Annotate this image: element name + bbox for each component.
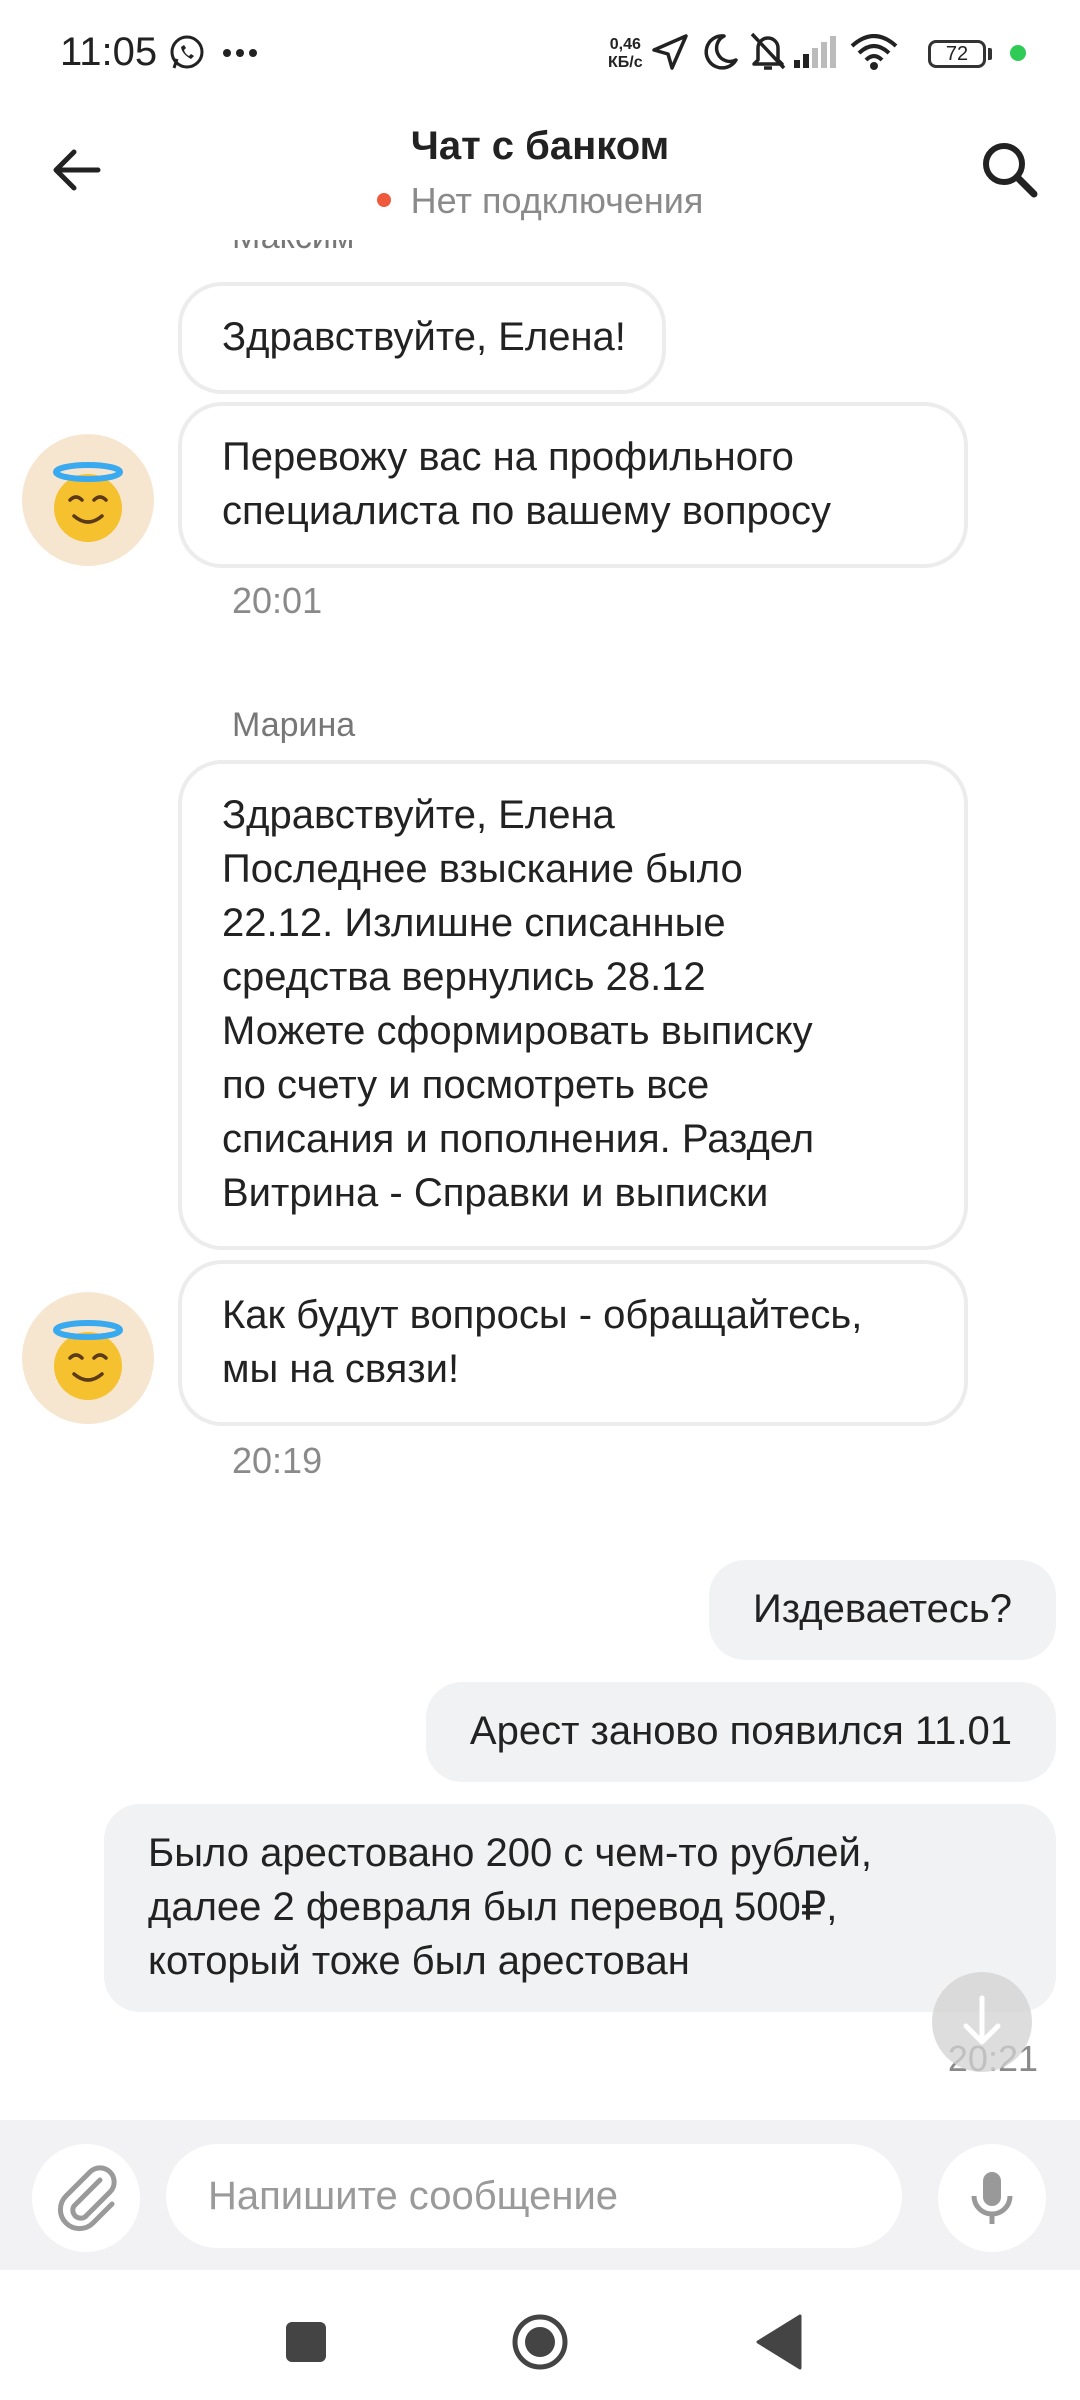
home-button[interactable] [510,2312,570,2372]
search-icon[interactable] [978,138,1042,202]
sender-name: Максим [232,240,354,257]
chat-screen: 11:05 0,46 КБ/с 72 Чат с банком Нет подк… [0,0,1080,2400]
paperclip-icon [57,2165,117,2232]
battery-icon: 72 [928,40,986,68]
operator-avatar [22,1292,154,1424]
whatsapp-icon [170,35,204,69]
status-dot [376,193,391,207]
message-list[interactable]: Максим Здравствуйте, Елена! Перевожу вас… [0,240,1080,2120]
outgoing-message: Было арестовано 200 с чем-то рублей, дал… [104,1804,1056,2012]
operator-avatar [22,434,154,566]
incoming-message: Здравствуйте, Елена Последнее взыскание … [178,760,968,1250]
signal-icon [794,36,836,68]
location-arrow-icon [652,34,688,70]
system-nav-bar [0,2270,1080,2400]
status-bar: 11:05 0,46 КБ/с 72 [0,0,1080,110]
recent-apps-button[interactable] [286,2322,326,2362]
attach-button[interactable] [32,2144,140,2252]
back-triangle-icon[interactable] [752,2312,804,2372]
charging-indicator [1010,45,1026,61]
network-speed: 0,46 КБ/с [608,36,643,72]
wifi-icon [850,34,898,70]
moon-icon [704,34,738,70]
scroll-down-button[interactable] [932,1972,1032,2072]
incoming-message: Перевожу вас на профильного специалиста … [178,402,968,568]
chat-title: Чат с банком [410,124,670,168]
connection-status: Нет подключения [0,180,1080,222]
incoming-message: Как будут вопросы - обращайтесь, мы на с… [178,1260,968,1426]
bell-off-icon [750,32,786,70]
arrow-down-icon [963,1995,1001,2045]
network-speed-unit: КБ/с [608,54,643,71]
battery-tip [988,48,992,60]
chat-header: Чат с банком Нет подключения [0,110,1080,240]
microphone-icon [971,2172,1013,2224]
clock: 11:05 [60,30,158,74]
incoming-message: Здравствуйте, Елена! [178,282,666,394]
network-speed-value: 0,46 [609,36,641,53]
message-composer: Напишите сообщение [0,2120,1080,2270]
message-time: 20:01 [232,580,323,621]
more-dots-icon [223,49,257,57]
outgoing-message: Издеваетесь? [709,1560,1056,1660]
connection-status-text: Нет подключения [410,180,704,221]
voice-message-button[interactable] [938,2144,1046,2252]
angel-emoji-icon [53,1320,123,1400]
angel-emoji-icon [53,462,123,542]
outgoing-message: Арест заново появился 11.01 [425,1682,1056,1782]
sender-name: Марина [232,706,356,744]
message-time: 20:19 [232,1440,323,1481]
message-input[interactable]: Напишите сообщение [166,2144,902,2248]
